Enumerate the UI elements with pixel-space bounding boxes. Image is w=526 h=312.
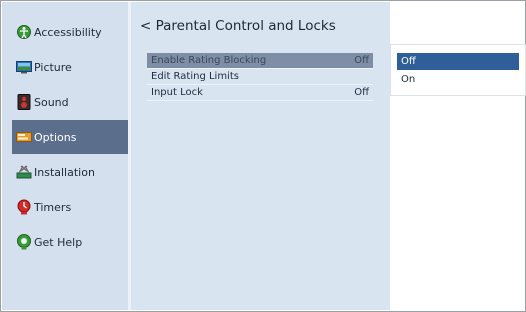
sidebar-item-installation[interactable]: Installation <box>12 155 128 189</box>
menu-row-value: Off <box>354 87 369 98</box>
menu-row-input-lock[interactable]: Input Lock Off <box>147 85 373 101</box>
sidebar-item-picture[interactable]: Picture <box>12 50 128 84</box>
sidebar-item-accessibility[interactable]: Accessibility <box>12 15 128 49</box>
menu-row-enable-rating-blocking[interactable]: Enable Rating Blocking Off <box>147 53 373 69</box>
sidebar-item-label: Options <box>34 130 77 144</box>
installation-icon <box>16 164 32 180</box>
sidebar-item-label: Sound <box>34 95 69 109</box>
sidebar: Accessibility Picture Sound Options Inst <box>2 2 128 310</box>
sidebar-item-options[interactable]: Options <box>12 120 128 154</box>
options-icon <box>16 129 32 145</box>
sidebar-item-get-help[interactable]: Get Help <box>12 225 128 259</box>
option-label: Off <box>401 56 416 67</box>
menu-row-label: Edit Rating Limits <box>151 71 239 82</box>
value-popup: Off On <box>390 44 526 96</box>
sidebar-item-label: Installation <box>34 165 95 179</box>
tv-settings-screen: Accessibility Picture Sound Options Inst <box>0 0 526 312</box>
option-on[interactable]: On <box>397 71 519 88</box>
picture-icon <box>16 59 32 75</box>
sidebar-item-timers[interactable]: Timers <box>12 190 128 224</box>
sidebar-item-label: Timers <box>34 200 72 214</box>
timers-icon <box>16 199 32 215</box>
settings-menu: Enable Rating Blocking Off Edit Rating L… <box>147 53 373 101</box>
sidebar-item-label: Get Help <box>34 235 83 249</box>
option-off[interactable]: Off <box>397 53 519 70</box>
breadcrumb[interactable]: < Parental Control and Locks <box>140 18 336 34</box>
sound-icon <box>16 94 32 110</box>
menu-row-value: Off <box>354 55 369 66</box>
back-chevron-icon[interactable]: < <box>140 18 151 34</box>
page-title: Parental Control and Locks <box>155 18 336 34</box>
menu-row-edit-rating-limits[interactable]: Edit Rating Limits <box>147 69 373 85</box>
menu-row-label: Input Lock <box>151 87 203 98</box>
menu-row-label: Enable Rating Blocking <box>151 55 267 66</box>
sidebar-item-label: Accessibility <box>34 25 102 39</box>
sidebar-item-sound[interactable]: Sound <box>12 85 128 119</box>
settings-panel: < Parental Control and Locks Enable Rati… <box>131 2 390 310</box>
sidebar-item-label: Picture <box>34 60 72 74</box>
option-label: On <box>401 74 416 85</box>
accessibility-icon <box>16 24 32 40</box>
get-help-icon <box>16 234 32 250</box>
